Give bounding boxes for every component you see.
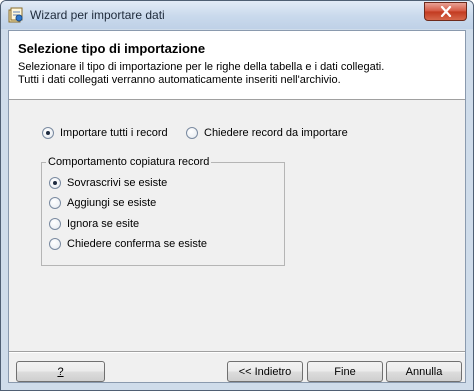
back-button-label: << Indietro: [238, 365, 292, 378]
description-line-1: Selezionare il tipo di importazione per …: [18, 61, 385, 73]
radio-import-all-label: Importare tutti i record: [60, 127, 168, 139]
finish-button-label: Fine: [334, 365, 356, 378]
radio-ask-confirm-label: Chiedere conferma se esiste: [67, 238, 208, 250]
copy-behavior-group-label: Comportamento copiatura record: [46, 156, 212, 168]
header-panel: Selezione tipo di importazione Seleziona…: [9, 31, 465, 100]
radio-ask-records-label: Chiedere record da importare: [204, 127, 348, 139]
page-title: Selezione tipo di importazione: [18, 41, 206, 56]
radio-ignore[interactable]: Ignora se esite: [49, 218, 139, 230]
title-bar[interactable]: Wizard per importare dati: [1, 1, 473, 29]
radio-ask-confirm-indicator[interactable]: [49, 238, 61, 250]
cancel-button-label: Annulla: [405, 365, 443, 378]
radio-ask-confirm[interactable]: Chiedere conferma se esiste: [49, 238, 207, 250]
description-line-2: Tutti i dati collegati verranno automati…: [18, 74, 341, 86]
help-button[interactable]: ?: [16, 361, 105, 382]
radio-append-label: Aggiungi se esiste: [67, 197, 157, 209]
window-title: Wizard per importare dati: [30, 8, 165, 22]
wizard-window: Wizard per importare dati Selezione tipo…: [0, 0, 474, 391]
footer-separator: [9, 351, 465, 353]
help-button-label: ?: [57, 365, 64, 378]
radio-append-indicator[interactable]: [49, 197, 61, 209]
radio-overwrite-indicator[interactable]: [49, 177, 61, 189]
radio-ask-records-indicator[interactable]: [186, 127, 198, 139]
cancel-button[interactable]: Annulla: [386, 361, 462, 382]
finish-button[interactable]: Fine: [307, 361, 383, 382]
wizard-app-icon: [8, 7, 23, 23]
close-icon: [440, 6, 451, 17]
radio-overwrite[interactable]: Sovrascrivi se esiste: [49, 177, 167, 189]
dialog-client-area: Selezione tipo di importazione Seleziona…: [8, 30, 466, 383]
radio-ask-records[interactable]: Chiedere record da importare: [186, 127, 348, 139]
radio-overwrite-label: Sovrascrivi se esiste: [67, 177, 168, 189]
back-button[interactable]: << Indietro: [227, 361, 303, 382]
radio-ignore-indicator[interactable]: [49, 218, 61, 230]
radio-import-all[interactable]: Importare tutti i record: [42, 127, 168, 139]
radio-ignore-label: Ignora se esite: [67, 218, 140, 230]
page-description: Selezionare il tipo di importazione per …: [18, 61, 384, 87]
radio-import-all-indicator[interactable]: [42, 127, 54, 139]
radio-append[interactable]: Aggiungi se esiste: [49, 197, 156, 209]
close-button[interactable]: [424, 2, 467, 21]
